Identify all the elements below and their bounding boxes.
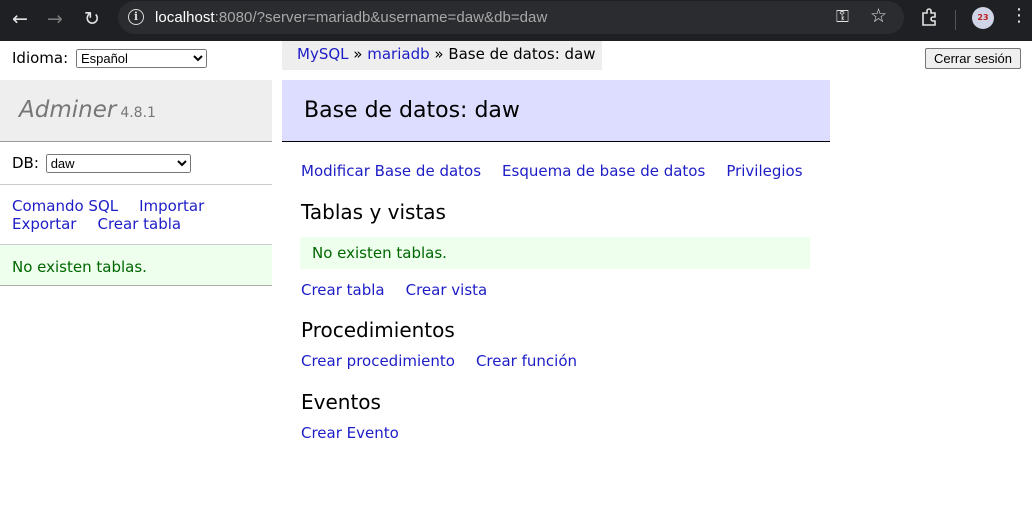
- app-logo[interactable]: Adminer 4.8.1: [19, 97, 156, 123]
- extensions-puzzle-icon[interactable]: [920, 8, 938, 26]
- db-label: DB:: [12, 154, 39, 172]
- breadcrumb-current: Base de datos: daw: [448, 45, 596, 63]
- reload-icon[interactable]: ↻: [80, 7, 104, 31]
- breadcrumb-separator: »: [429, 45, 449, 63]
- app-name: Adminer: [19, 97, 117, 123]
- alter-database-link[interactable]: Modificar Base de datos: [301, 162, 481, 180]
- database-schema-link[interactable]: Esquema de base de datos: [502, 162, 705, 180]
- password-key-icon[interactable]: ⚿: [836, 7, 849, 27]
- database-actions: Modificar Base de datos Esquema de base d…: [301, 162, 824, 180]
- create-view-link[interactable]: Crear vista: [406, 281, 488, 299]
- events-actions: Crear Evento: [301, 424, 420, 442]
- procedures-actions: Crear procedimiento Crear función: [301, 352, 598, 370]
- create-event-link[interactable]: Crear Evento: [301, 424, 399, 442]
- forward-arrow-icon[interactable]: →: [43, 7, 67, 31]
- tables-section-title: Tablas y vistas: [301, 200, 446, 224]
- import-link[interactable]: Importar: [139, 197, 204, 215]
- sidebar-create-table-link[interactable]: Crear tabla: [97, 215, 181, 233]
- privileges-link[interactable]: Privilegios: [726, 162, 802, 180]
- sidebar-divider: [0, 184, 272, 185]
- breadcrumb: MySQL » mariadb » Base de datos: daw: [282, 41, 602, 70]
- page-title: Base de datos: daw: [304, 98, 520, 123]
- bookmark-star-icon[interactable]: ☆: [870, 5, 887, 27]
- language-select[interactable]: Español: [75, 49, 207, 68]
- create-table-link[interactable]: Crear tabla: [301, 281, 385, 299]
- language-label: Idioma:: [12, 49, 69, 67]
- app-header: Adminer 4.8.1: [0, 80, 272, 142]
- sql-command-link[interactable]: Comando SQL: [12, 197, 118, 215]
- sidebar-links: Comando SQL Importar Exportar Crear tabla: [12, 197, 225, 233]
- url-host: localhost: [155, 9, 215, 26]
- toolbar-divider: [955, 10, 956, 30]
- create-function-link[interactable]: Crear función: [476, 352, 577, 370]
- procedures-section-title: Procedimientos: [301, 318, 455, 342]
- address-bar[interactable]: i localhost:8080/?server=mariadb&usernam…: [118, 1, 904, 34]
- events-section-title: Eventos: [301, 390, 381, 414]
- browser-toolbar: ← → ↻ i localhost:8080/?server=mariadb&u…: [0, 0, 1032, 41]
- db-selector: DB: daw: [12, 154, 191, 173]
- site-info-icon[interactable]: i: [128, 9, 144, 25]
- back-arrow-icon[interactable]: ←: [8, 7, 32, 31]
- export-link[interactable]: Exportar: [12, 215, 76, 233]
- app-version: 4.8.1: [120, 105, 156, 121]
- sidebar-no-tables-message: No existen tablas.: [0, 244, 272, 286]
- main-header: Base de datos: daw: [282, 80, 830, 142]
- breadcrumb-mysql[interactable]: MySQL: [297, 45, 349, 63]
- language-selector: Idioma: Español: [12, 49, 207, 68]
- tables-actions: Crear tabla Crear vista: [301, 281, 508, 299]
- kebab-menu-icon[interactable]: ⋮: [1010, 7, 1028, 25]
- url-text[interactable]: localhost:8080/?server=mariadb&username=…: [155, 9, 547, 26]
- logout-button[interactable]: Cerrar sesión: [925, 48, 1021, 69]
- create-procedure-link[interactable]: Crear procedimiento: [301, 352, 455, 370]
- breadcrumb-server[interactable]: mariadb: [367, 45, 429, 63]
- profile-avatar[interactable]: 23: [972, 7, 994, 29]
- url-path: :8080/?server=mariadb&username=daw&db=da…: [214, 9, 548, 26]
- breadcrumb-separator: »: [348, 45, 368, 63]
- db-select[interactable]: daw: [45, 154, 191, 173]
- no-tables-message: No existen tablas.: [300, 237, 810, 269]
